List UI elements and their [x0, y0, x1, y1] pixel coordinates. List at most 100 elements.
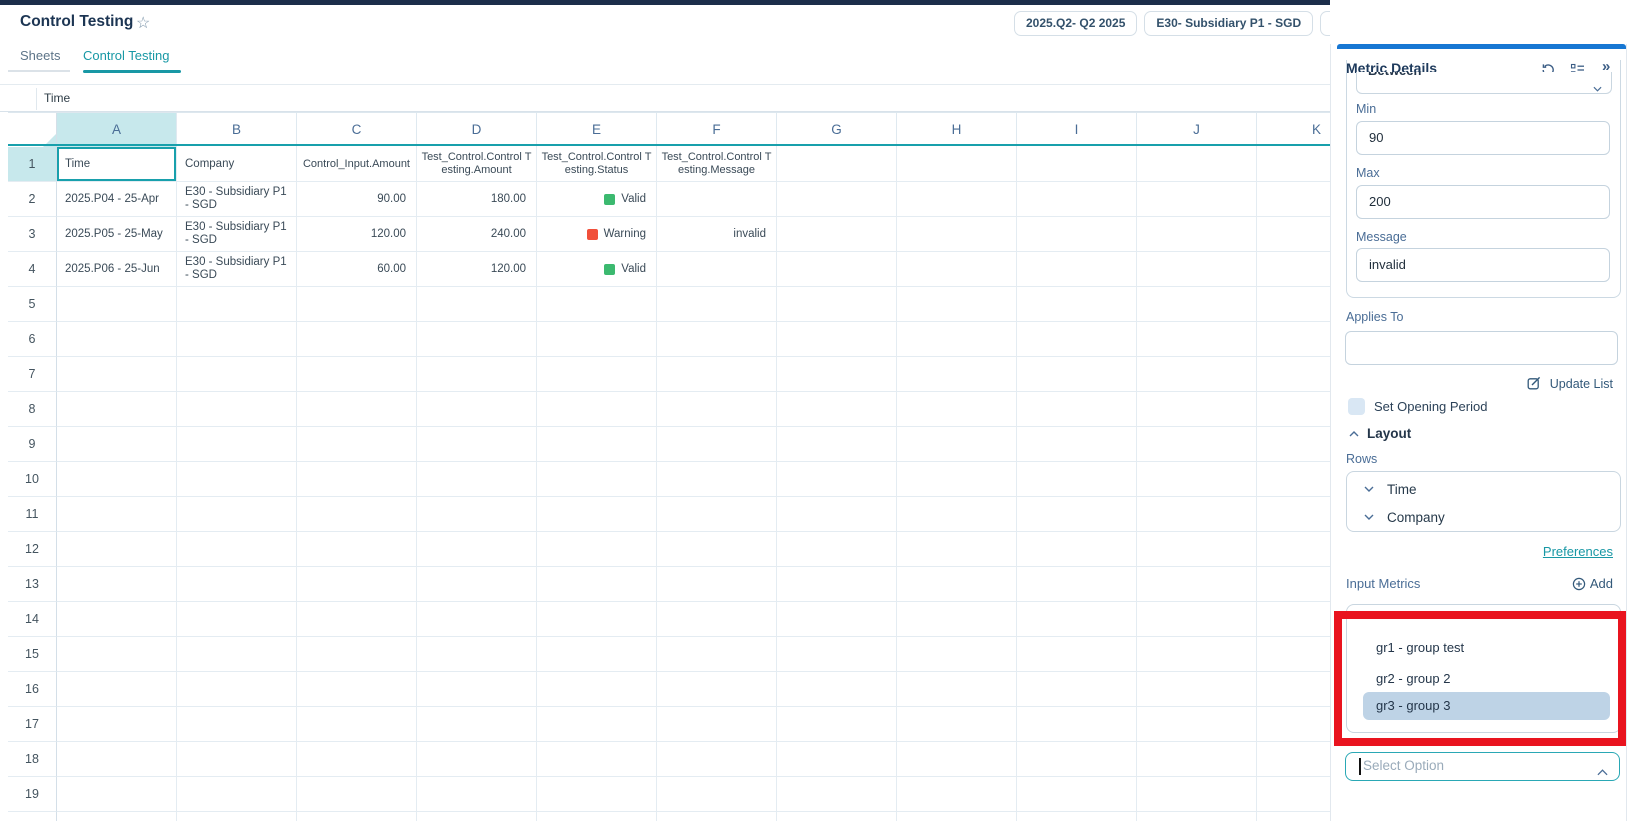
cell-J9[interactable]: [1137, 427, 1257, 462]
cell-G16[interactable]: [777, 672, 897, 707]
cell-F15[interactable]: [657, 637, 777, 672]
cell-F17[interactable]: [657, 707, 777, 742]
cell-B1[interactable]: Company: [177, 147, 297, 182]
cell-C9[interactable]: [297, 427, 417, 462]
cell-D15[interactable]: [417, 637, 537, 672]
preferences-link[interactable]: Preferences: [1543, 544, 1613, 559]
cell-B16[interactable]: [177, 672, 297, 707]
cell-E3[interactable]: Warning: [537, 217, 657, 252]
row-header-17[interactable]: 17: [8, 707, 57, 742]
row-header-20[interactable]: 20: [8, 812, 57, 821]
spreadsheet-grid[interactable]: ABCDEFGHIJK1TimeCompanyControl_Input.Amo…: [8, 112, 1330, 821]
cell-E15[interactable]: [537, 637, 657, 672]
row-header-10[interactable]: 10: [8, 462, 57, 497]
cell-I4[interactable]: [1017, 252, 1137, 287]
cell-G15[interactable]: [777, 637, 897, 672]
cell-C17[interactable]: [297, 707, 417, 742]
row-header-16[interactable]: 16: [8, 672, 57, 707]
message-input[interactable]: invalid: [1356, 248, 1610, 282]
row-header-9[interactable]: 9: [8, 427, 57, 462]
cell-H2[interactable]: [897, 182, 1017, 217]
cell-C5[interactable]: [297, 287, 417, 322]
cell-J16[interactable]: [1137, 672, 1257, 707]
cell-C11[interactable]: [297, 497, 417, 532]
cell-K20[interactable]: [1257, 812, 1330, 821]
cell-D13[interactable]: [417, 567, 537, 602]
cell-J17[interactable]: [1137, 707, 1257, 742]
cell-E12[interactable]: [537, 532, 657, 567]
cell-G4[interactable]: [777, 252, 897, 287]
cell-H13[interactable]: [897, 567, 1017, 602]
cell-K14[interactable]: [1257, 602, 1330, 637]
cell-C14[interactable]: [297, 602, 417, 637]
cell-F5[interactable]: [657, 287, 777, 322]
cell-G3[interactable]: [777, 217, 897, 252]
cell-D1[interactable]: Test_Control.Control Testing.Amount: [417, 147, 537, 182]
cell-I15[interactable]: [1017, 637, 1137, 672]
cell-G20[interactable]: [777, 812, 897, 821]
cell-I1[interactable]: [1017, 147, 1137, 182]
cell-D5[interactable]: [417, 287, 537, 322]
cell-B15[interactable]: [177, 637, 297, 672]
cell-B10[interactable]: [177, 462, 297, 497]
cell-D3[interactable]: 240.00: [417, 217, 537, 252]
cell-F19[interactable]: [657, 777, 777, 812]
cell-G8[interactable]: [777, 392, 897, 427]
cell-H20[interactable]: [897, 812, 1017, 821]
cell-I10[interactable]: [1017, 462, 1137, 497]
cell-B2[interactable]: E30 - Subsidiary P1 - SGD: [177, 182, 297, 217]
cell-G17[interactable]: [777, 707, 897, 742]
cell-D6[interactable]: [417, 322, 537, 357]
cell-F9[interactable]: [657, 427, 777, 462]
cell-J2[interactable]: [1137, 182, 1257, 217]
cell-I2[interactable]: [1017, 182, 1137, 217]
cell-A15[interactable]: [57, 637, 177, 672]
cell-E10[interactable]: [537, 462, 657, 497]
cell-K9[interactable]: [1257, 427, 1330, 462]
cell-I3[interactable]: [1017, 217, 1137, 252]
row-header-1[interactable]: 1: [8, 147, 57, 182]
cell-D19[interactable]: [417, 777, 537, 812]
cell-I5[interactable]: [1017, 287, 1137, 322]
row-header-8[interactable]: 8: [8, 392, 57, 427]
cell-I8[interactable]: [1017, 392, 1137, 427]
cell-F16[interactable]: [657, 672, 777, 707]
cell-F12[interactable]: [657, 532, 777, 567]
cell-B6[interactable]: [177, 322, 297, 357]
row-header-4[interactable]: 4: [8, 252, 57, 287]
cell-H6[interactable]: [897, 322, 1017, 357]
cell-B14[interactable]: [177, 602, 297, 637]
update-list-button[interactable]: Update List: [1346, 376, 1613, 393]
cell-K8[interactable]: [1257, 392, 1330, 427]
select-option-input[interactable]: Select Option: [1345, 752, 1620, 781]
cell-F11[interactable]: [657, 497, 777, 532]
cell-H4[interactable]: [897, 252, 1017, 287]
cell-E14[interactable]: [537, 602, 657, 637]
cell-B7[interactable]: [177, 357, 297, 392]
cell-E8[interactable]: [537, 392, 657, 427]
cell-A12[interactable]: [57, 532, 177, 567]
cell-J1[interactable]: [1137, 147, 1257, 182]
cell-I16[interactable]: [1017, 672, 1137, 707]
cell-J15[interactable]: [1137, 637, 1257, 672]
cell-A1[interactable]: Time: [57, 147, 177, 182]
cell-C20[interactable]: [297, 812, 417, 821]
cell-F14[interactable]: [657, 602, 777, 637]
cell-C12[interactable]: [297, 532, 417, 567]
row-header-6[interactable]: 6: [8, 322, 57, 357]
cell-H11[interactable]: [897, 497, 1017, 532]
column-header-K[interactable]: K: [1257, 113, 1330, 147]
cell-J10[interactable]: [1137, 462, 1257, 497]
cell-J3[interactable]: [1137, 217, 1257, 252]
cell-A13[interactable]: [57, 567, 177, 602]
cell-C18[interactable]: [297, 742, 417, 777]
cell-I11[interactable]: [1017, 497, 1137, 532]
cell-E5[interactable]: [537, 287, 657, 322]
cell-D7[interactable]: [417, 357, 537, 392]
cell-G2[interactable]: [777, 182, 897, 217]
cell-H15[interactable]: [897, 637, 1017, 672]
cell-G18[interactable]: [777, 742, 897, 777]
cell-K15[interactable]: [1257, 637, 1330, 672]
cell-J18[interactable]: [1137, 742, 1257, 777]
cell-J5[interactable]: [1137, 287, 1257, 322]
